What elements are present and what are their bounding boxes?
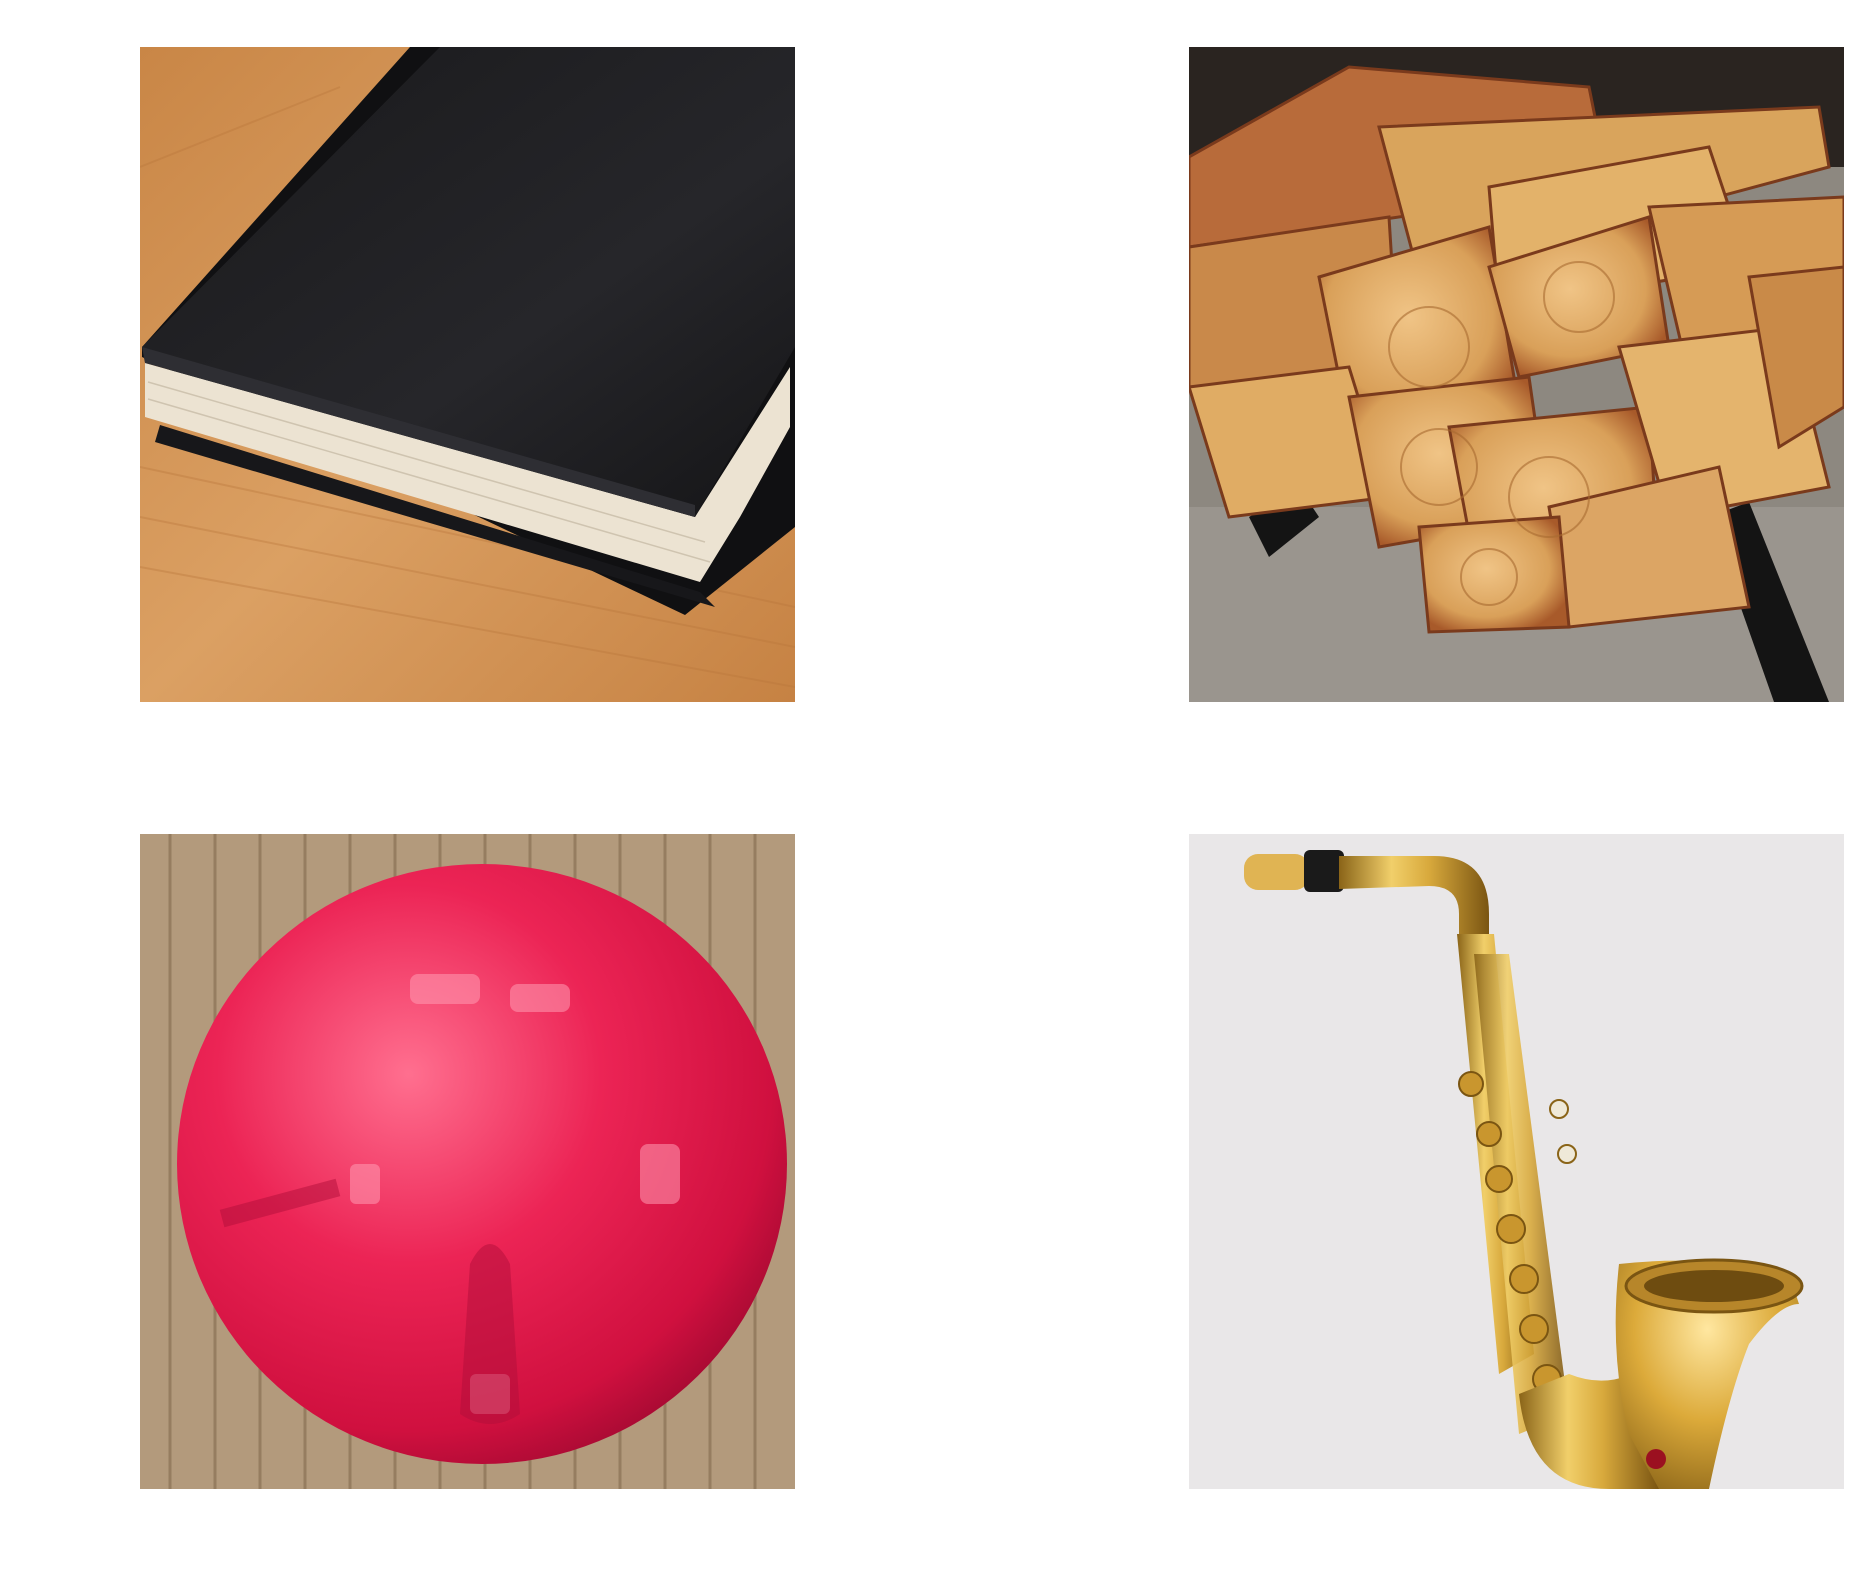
saxophone-photo-icon — [1189, 834, 1844, 1489]
photo-tile-book — [140, 47, 795, 702]
firewood-photo-icon — [1189, 47, 1844, 702]
photo-tile-firewood — [1189, 47, 1844, 702]
ball-photo-icon — [140, 834, 795, 1489]
book-photo-icon — [140, 47, 795, 702]
photo-tile-saxophone — [1189, 834, 1844, 1489]
photo-tile-ball — [140, 834, 795, 1489]
